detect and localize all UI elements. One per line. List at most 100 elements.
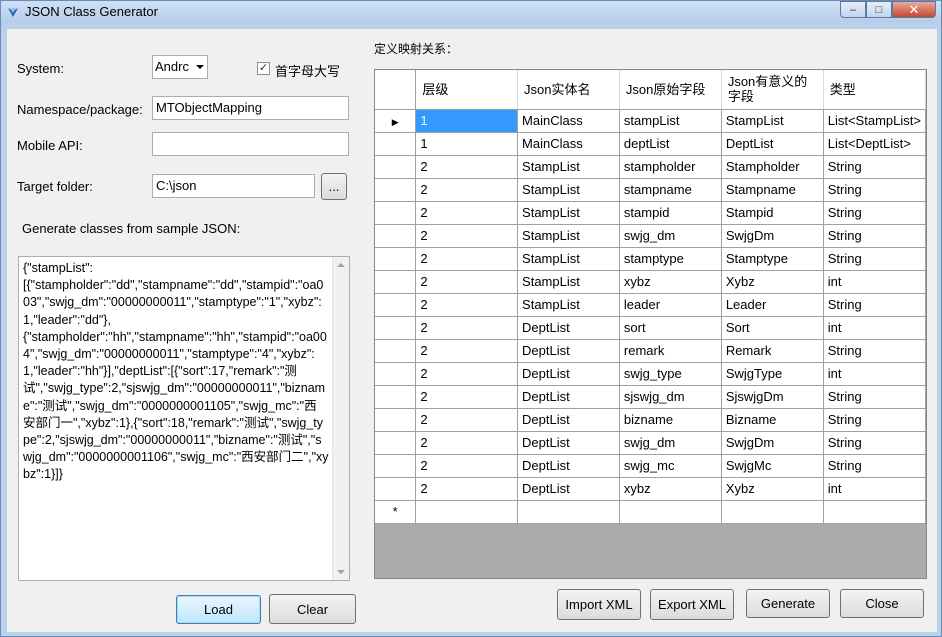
table-cell[interactable]: Xybz <box>721 477 824 501</box>
table-cell[interactable]: stampholder <box>619 155 722 179</box>
table-row[interactable]: 2 StampList stampname Stampname String <box>375 178 926 202</box>
column-header-entity[interactable]: Json实体名 <box>517 70 620 110</box>
table-cell[interactable]: List<StampList> <box>823 109 926 133</box>
maximize-button[interactable]: □ <box>866 1 892 18</box>
table-cell[interactable]: swjg_dm <box>619 431 722 455</box>
close-button[interactable]: Close <box>840 589 924 618</box>
table-cell[interactable]: DeptList <box>517 385 620 409</box>
table-row[interactable]: 2 DeptList swjg_type SwjgType int <box>375 362 926 386</box>
row-header[interactable] <box>375 224 417 248</box>
table-cell[interactable]: StampList <box>517 224 620 248</box>
table-cell[interactable]: StampList <box>721 109 824 133</box>
table-cell[interactable]: Stamptype <box>721 247 824 271</box>
table-cell[interactable]: SjswjgDm <box>721 385 824 409</box>
table-cell[interactable]: StampList <box>517 247 620 271</box>
clear-button[interactable]: Clear <box>269 594 356 624</box>
table-cell[interactable]: 1 <box>415 132 519 156</box>
table-cell[interactable]: String <box>823 224 926 248</box>
table-cell[interactable]: int <box>823 316 926 340</box>
table-row[interactable]: 2 DeptList swjg_dm SwjgDm String <box>375 431 926 455</box>
row-header[interactable] <box>375 454 417 478</box>
namespace-input[interactable]: MTObjectMapping <box>152 96 349 120</box>
table-cell[interactable]: stampid <box>619 201 722 225</box>
new-row-header[interactable]: * <box>375 500 417 524</box>
table-cell[interactable]: DeptList <box>721 132 824 156</box>
table-cell[interactable]: String <box>823 431 926 455</box>
table-row[interactable]: 2 StampList stampid Stampid String <box>375 201 926 225</box>
table-row[interactable]: 1 MainClass deptList DeptList List<DeptList> <box>375 132 926 156</box>
row-header[interactable]: ▶ <box>375 109 417 133</box>
table-cell[interactable]: stampList <box>619 109 722 133</box>
table-cell[interactable]: xybz <box>619 270 722 294</box>
minimize-button[interactable]: – <box>840 1 866 18</box>
table-cell[interactable] <box>619 500 722 524</box>
column-header-level[interactable]: 层级 <box>415 70 519 110</box>
table-cell[interactable]: SwjgDm <box>721 224 824 248</box>
table-cell[interactable]: 2 <box>415 224 519 248</box>
browse-folder-button[interactable]: ... <box>321 173 347 200</box>
table-cell[interactable]: 2 <box>415 178 519 202</box>
table-cell[interactable]: String <box>823 155 926 179</box>
table-cell[interactable] <box>721 500 824 524</box>
table-cell[interactable]: sort <box>619 316 722 340</box>
row-header[interactable] <box>375 132 417 156</box>
column-header-meaningful-field[interactable]: Json有意义的字段 <box>721 70 824 110</box>
table-cell[interactable]: DeptList <box>517 339 620 363</box>
table-row[interactable]: 2 DeptList sort Sort int <box>375 316 926 340</box>
table-cell[interactable]: xybz <box>619 477 722 501</box>
row-header[interactable] <box>375 385 417 409</box>
table-cell[interactable]: String <box>823 385 926 409</box>
capitalize-checkbox[interactable]: ✓ <box>257 62 270 75</box>
table-cell[interactable]: Xybz <box>721 270 824 294</box>
table-cell[interactable]: StampList <box>517 270 620 294</box>
table-cell[interactable]: 2 <box>415 247 519 271</box>
table-cell[interactable]: Stampname <box>721 178 824 202</box>
scroll-down-icon[interactable] <box>337 570 345 574</box>
table-cell[interactable]: MainClass <box>517 109 620 133</box>
mobile-api-input[interactable] <box>152 132 349 156</box>
row-header[interactable] <box>375 477 417 501</box>
row-header[interactable] <box>375 201 417 225</box>
table-cell[interactable]: 2 <box>415 385 519 409</box>
title-bar[interactable]: JSON Class Generator – □ ✕ <box>1 1 941 23</box>
import-xml-button[interactable]: Import XML <box>557 589 641 620</box>
row-header[interactable] <box>375 362 417 386</box>
table-row[interactable]: 2 StampList xybz Xybz int <box>375 270 926 294</box>
table-cell[interactable]: swjg_type <box>619 362 722 386</box>
table-cell[interactable]: 2 <box>415 316 519 340</box>
table-cell[interactable]: int <box>823 477 926 501</box>
target-folder-input[interactable]: C:\json <box>152 174 315 198</box>
table-row[interactable]: 2 StampList stampholder Stampholder String <box>375 155 926 179</box>
table-cell[interactable] <box>517 500 620 524</box>
table-cell[interactable]: Stampid <box>721 201 824 225</box>
table-cell[interactable]: StampList <box>517 155 620 179</box>
table-row[interactable]: 2 DeptList swjg_mc SwjgMc String <box>375 454 926 478</box>
table-cell[interactable]: sjswjg_dm <box>619 385 722 409</box>
table-cell[interactable]: 2 <box>415 431 519 455</box>
table-cell[interactable]: deptList <box>619 132 722 156</box>
table-cell[interactable]: String <box>823 178 926 202</box>
table-cell[interactable]: Stampholder <box>721 155 824 179</box>
table-cell[interactable]: Sort <box>721 316 824 340</box>
table-cell[interactable]: 2 <box>415 270 519 294</box>
table-cell[interactable]: Leader <box>721 293 824 317</box>
scroll-up-icon[interactable] <box>337 263 345 267</box>
column-header-type[interactable]: 类型 <box>823 70 926 110</box>
table-cell[interactable]: int <box>823 362 926 386</box>
table-cell[interactable]: DeptList <box>517 431 620 455</box>
generate-button[interactable]: Generate <box>746 589 830 618</box>
table-cell[interactable]: 2 <box>415 477 519 501</box>
table-row[interactable]: 2 DeptList bizname Bizname String <box>375 408 926 432</box>
table-cell[interactable]: DeptList <box>517 408 620 432</box>
table-cell[interactable]: 2 <box>415 408 519 432</box>
table-cell[interactable] <box>415 500 519 524</box>
row-header[interactable] <box>375 155 417 179</box>
table-cell[interactable]: 2 <box>415 362 519 386</box>
table-cell[interactable]: 2 <box>415 339 519 363</box>
row-header[interactable] <box>375 339 417 363</box>
table-cell[interactable]: Remark <box>721 339 824 363</box>
new-row[interactable]: * <box>375 500 926 524</box>
row-header[interactable] <box>375 316 417 340</box>
table-cell[interactable]: 2 <box>415 201 519 225</box>
table-cell[interactable]: MainClass <box>517 132 620 156</box>
